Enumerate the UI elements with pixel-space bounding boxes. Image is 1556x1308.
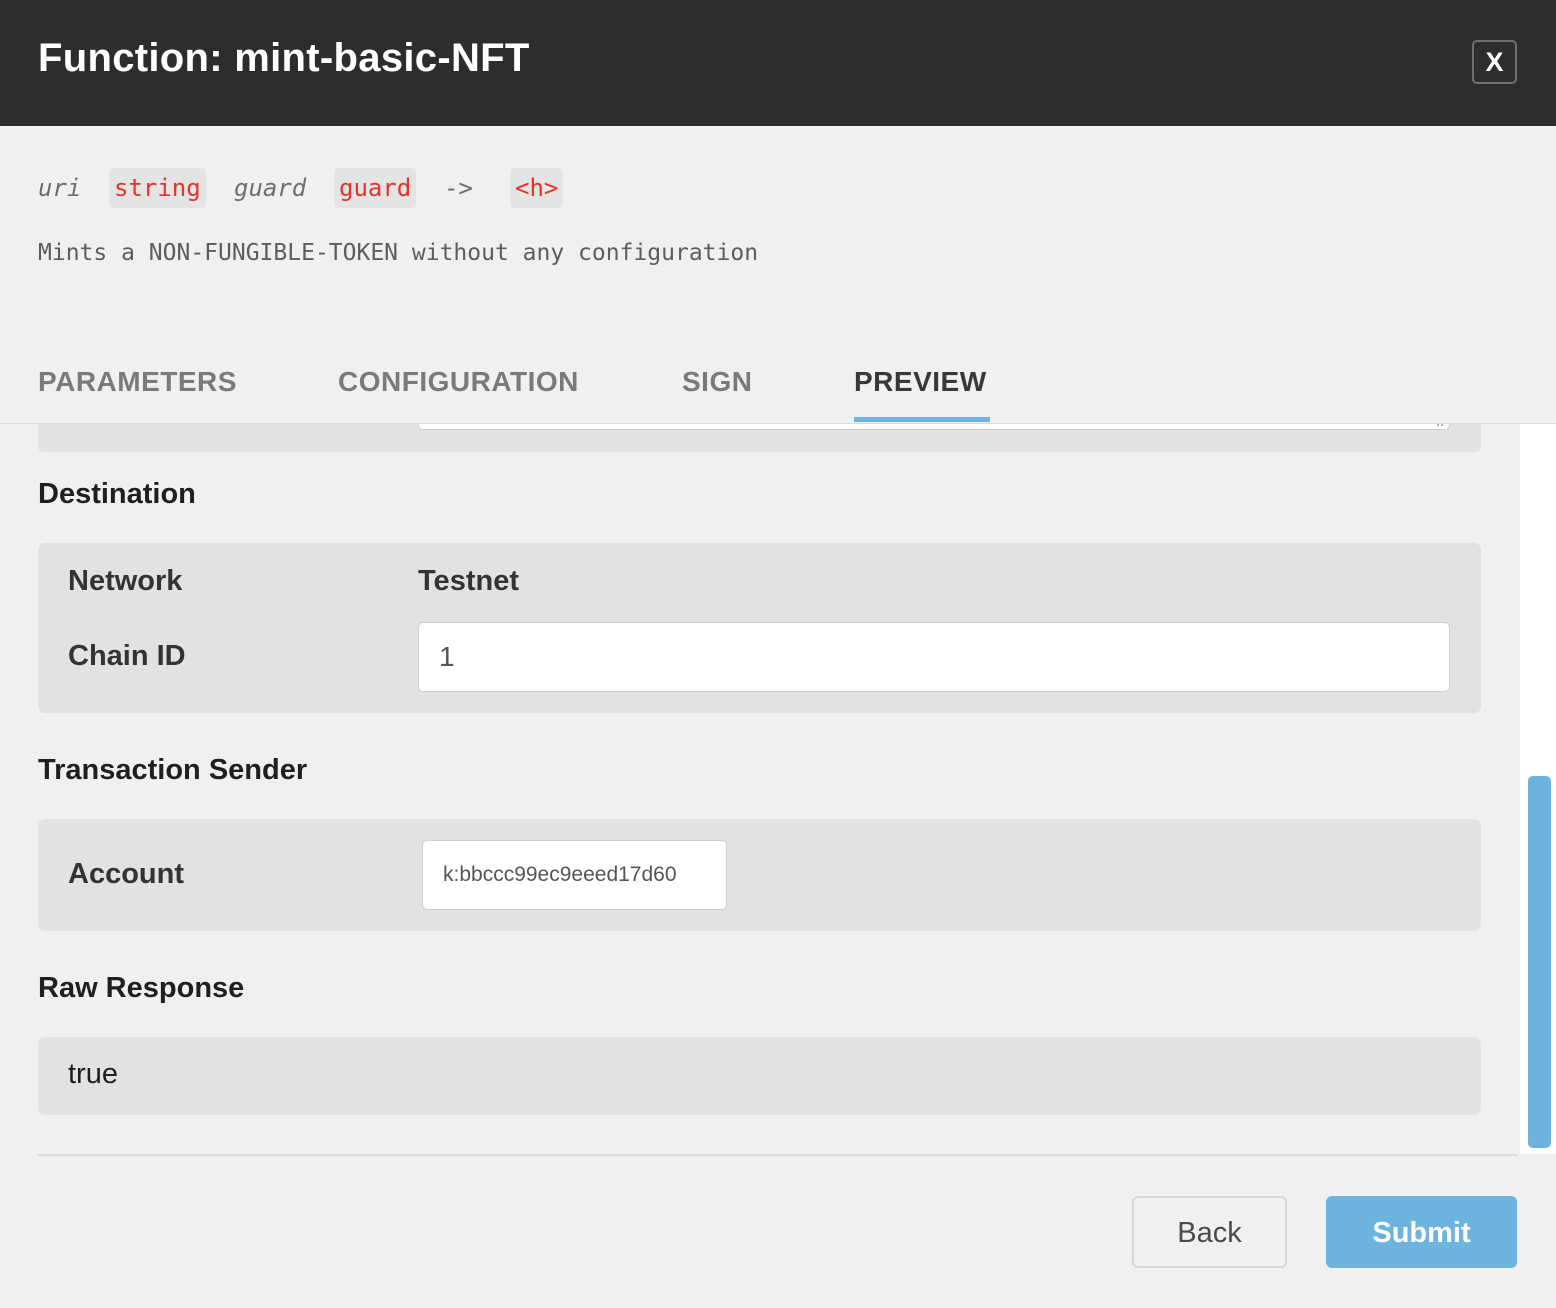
tab-sign[interactable]: SIGN (682, 366, 752, 398)
param-type-string: string (109, 168, 206, 208)
scrollbar-thumb[interactable] (1528, 776, 1551, 1148)
dialog-header: Function: mint-basic-NFT X (0, 0, 1556, 126)
scrollbar[interactable] (1520, 424, 1556, 1154)
network-label: Network (68, 565, 183, 597)
dialog-title: Function: mint-basic-NFT (38, 36, 530, 80)
account-label: Account (68, 858, 184, 890)
tab-preview[interactable]: PREVIEW (854, 366, 987, 398)
tab-parameters[interactable]: PARAMETERS (38, 366, 237, 398)
preview-content: // Destination Network Testnet Chain ID … (0, 424, 1520, 1154)
close-button[interactable]: X (1472, 40, 1517, 84)
return-type: <h> (510, 168, 564, 208)
resize-grip-icon[interactable]: // (1437, 424, 1445, 429)
destination-panel: Network Testnet Chain ID 1 (38, 543, 1481, 713)
back-button[interactable]: Back (1132, 1196, 1287, 1268)
chain-id-field[interactable]: 1 (418, 622, 1450, 692)
tab-bar: PARAMETERS CONFIGURATION SIGN PREVIEW (0, 360, 1556, 424)
previous-textarea[interactable]: // (418, 424, 1450, 430)
active-tab-indicator (854, 417, 990, 422)
function-description: Mints a NON-FUNGIBLE-TOKEN without any c… (38, 240, 759, 266)
raw-response-panel: true (38, 1037, 1481, 1115)
param-name-guard: guard (234, 174, 307, 202)
chain-id-label: Chain ID (68, 640, 186, 672)
destination-title: Destination (38, 478, 196, 510)
tab-configuration[interactable]: CONFIGURATION (338, 366, 579, 398)
transaction-sender-panel: Account k:bbccc99ec9eeed17d60 (38, 819, 1481, 931)
param-name-uri: uri (38, 174, 82, 202)
raw-response-title: Raw Response (38, 972, 245, 1004)
return-arrow: -> (444, 174, 473, 202)
transaction-sender-title: Transaction Sender (38, 754, 308, 786)
account-field[interactable]: k:bbccc99ec9eeed17d60 (422, 840, 727, 910)
previous-section-panel: // (38, 424, 1481, 452)
raw-response-value: true (68, 1058, 118, 1090)
param-type-guard: guard (334, 168, 417, 208)
footer-divider (38, 1154, 1518, 1156)
submit-button[interactable]: Submit (1326, 1196, 1517, 1268)
network-value: Testnet (418, 565, 519, 597)
